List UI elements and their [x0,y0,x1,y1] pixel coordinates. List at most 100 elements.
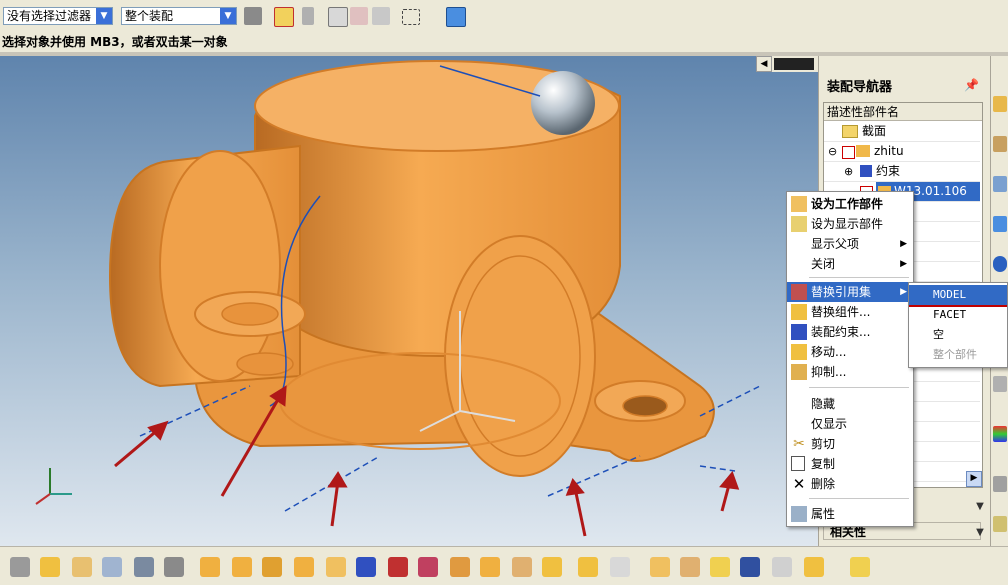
suppress-icon [791,364,807,380]
add-component-icon[interactable] [200,557,220,577]
group-icon[interactable] [164,557,184,577]
undo-icon[interactable] [302,7,314,25]
rectangle-select-icon[interactable] [402,9,420,25]
selection-scope-value: 整个装配 [125,9,174,23]
reference-set-submenu: MODEL FACET 空 整个部件 [908,282,1008,368]
submenu-item-facet[interactable]: FACET [909,305,1007,325]
menu-item-close[interactable]: 关闭 ▶ [787,254,913,274]
snap-point-icon[interactable] [274,7,294,27]
remember-constraints-icon[interactable] [418,557,438,577]
chevron-down-icon[interactable]: ▼ [973,526,987,540]
move-icon [791,344,807,360]
assembly-sequence-icon[interactable] [512,557,532,577]
history-tab-icon[interactable] [993,376,1007,392]
properties-icon [791,506,807,522]
new-component-icon[interactable] [232,557,252,577]
check-clearance-icon[interactable] [578,557,598,577]
constraint-navigator-tab-icon[interactable] [993,136,1007,152]
mirror-assembly-icon[interactable] [326,557,346,577]
reuse-library-tab-icon[interactable] [993,216,1007,232]
submenu-item-model[interactable]: MODEL [909,285,1007,305]
navigator-title: 装配导航器 [827,80,893,95]
assembly-toolbar [0,546,1008,585]
menu-item-cut[interactable]: ✂ 剪切 [787,434,913,454]
sequence-navigator-icon[interactable] [740,557,760,577]
column-header[interactable]: 描述性部件名 [824,103,982,121]
checkbox-icon[interactable] [842,146,855,159]
tree-row-constraints[interactable]: ⊕ 约束 [824,162,980,182]
palette-tab-icon[interactable] [993,426,1007,442]
point-constructor-icon[interactable] [350,7,368,25]
expander-icon[interactable]: ⊕ [844,162,853,181]
save-assembly-icon[interactable] [102,557,122,577]
menu-item-copy[interactable]: 复制 [787,454,913,474]
selection-filter-dropdown[interactable]: 没有选择过滤器 ▼ [3,7,113,25]
menu-item-suppress[interactable]: 抑制... [787,362,913,382]
constraint-icon [791,324,807,340]
component-icon[interactable] [72,557,92,577]
show-product-outline-icon[interactable] [450,557,470,577]
menu-item-assembly-constraints[interactable]: 装配约束... [787,322,913,342]
filter-settings-icon[interactable] [244,7,262,25]
menu-item-display-parent[interactable]: 显示父项 ▶ [787,234,913,254]
scroll-left-icon[interactable]: ◀ [756,56,772,72]
pin-icon[interactable]: 📌 [964,78,979,92]
new-parent-icon[interactable] [262,557,282,577]
constraint-icon [860,165,872,177]
reference-set-icon [791,284,807,300]
scroll-thumb[interactable] [774,58,814,70]
wave-geometry-linker-icon[interactable] [542,557,562,577]
menu-item-make-displayed-part[interactable]: 设为显示部件 [787,214,913,234]
explosion-view-icon[interactable] [480,557,500,577]
scissors-icon: ✂ [793,436,805,452]
scroll-right-icon[interactable]: ▶ [966,471,982,487]
view-cube-icon[interactable] [446,7,466,27]
cut-assembly-icon[interactable] [610,557,630,577]
chevron-down-icon[interactable]: ▼ [973,500,987,514]
links-icon[interactable] [710,557,730,577]
assembly-navigator-tab-icon[interactable] [993,96,1007,112]
load-icon[interactable] [134,557,154,577]
menu-item-hide[interactable]: 隐藏 [787,394,913,414]
assembly-cut-icon[interactable] [804,557,824,577]
menu-item-replace-reference-set[interactable]: 替换引用集 ▶ [787,282,913,302]
move-component-icon[interactable] [388,557,408,577]
menu-item-delete[interactable]: ✕ 删除 [787,474,913,494]
menu-item-replace-component[interactable]: 替换组件... [787,302,913,322]
view-scroll-strip[interactable]: ◀ [756,56,818,72]
roles-tab-icon[interactable] [993,516,1007,532]
selection-scope-dropdown[interactable]: 整个装配 ▼ [121,7,237,25]
find-component-icon[interactable] [10,557,30,577]
copy-icon [791,456,805,471]
chevron-down-icon[interactable]: ▼ [96,8,112,24]
component-array-icon[interactable] [294,557,314,577]
submenu-item-entire-part: 整个部件 [933,348,977,361]
submenu-item-empty[interactable]: 空 [909,325,1007,345]
part-navigator-tab-icon[interactable] [993,176,1007,192]
box-select-icon[interactable] [328,7,348,27]
menu-item-move[interactable]: 移动... [787,342,913,362]
chevron-down-icon[interactable]: ▼ [220,8,236,24]
menu-item-make-work-part[interactable]: 设为工作部件 [787,194,913,214]
add-remove-buttons-icon[interactable] [850,557,870,577]
menu-item-properties[interactable]: 属性 [787,504,913,524]
tree-row-zhitu[interactable]: ⊖ zhitu [824,142,980,162]
product-interface-icon[interactable] [680,557,700,577]
selection-tool-icon[interactable] [372,7,390,25]
weight-management-icon[interactable] [650,557,670,577]
graphics-viewport[interactable] [0,56,818,546]
model-canvas[interactable] [0,56,818,546]
menu-item-show-only[interactable]: 仅显示 [787,414,913,434]
info-tab-icon[interactable] [993,256,1007,272]
assembly-icon [856,145,870,157]
top-toolbar: 没有选择过滤器 ▼ 整个装配 ▼ [0,0,1008,33]
system-materials-tab-icon[interactable] [993,476,1007,492]
expander-icon[interactable]: ⊖ [828,142,837,161]
tree-row-section[interactable]: 截面 [824,122,980,142]
work-part-icon [791,196,807,212]
prompt-line: 选择对象并使用 MB3，或者双击某一对象 [0,32,1008,52]
report-icon[interactable] [772,557,792,577]
delete-x-icon: ✕ [792,475,806,493]
assembly-constraints-icon[interactable] [356,557,376,577]
open-component-icon[interactable] [40,557,60,577]
